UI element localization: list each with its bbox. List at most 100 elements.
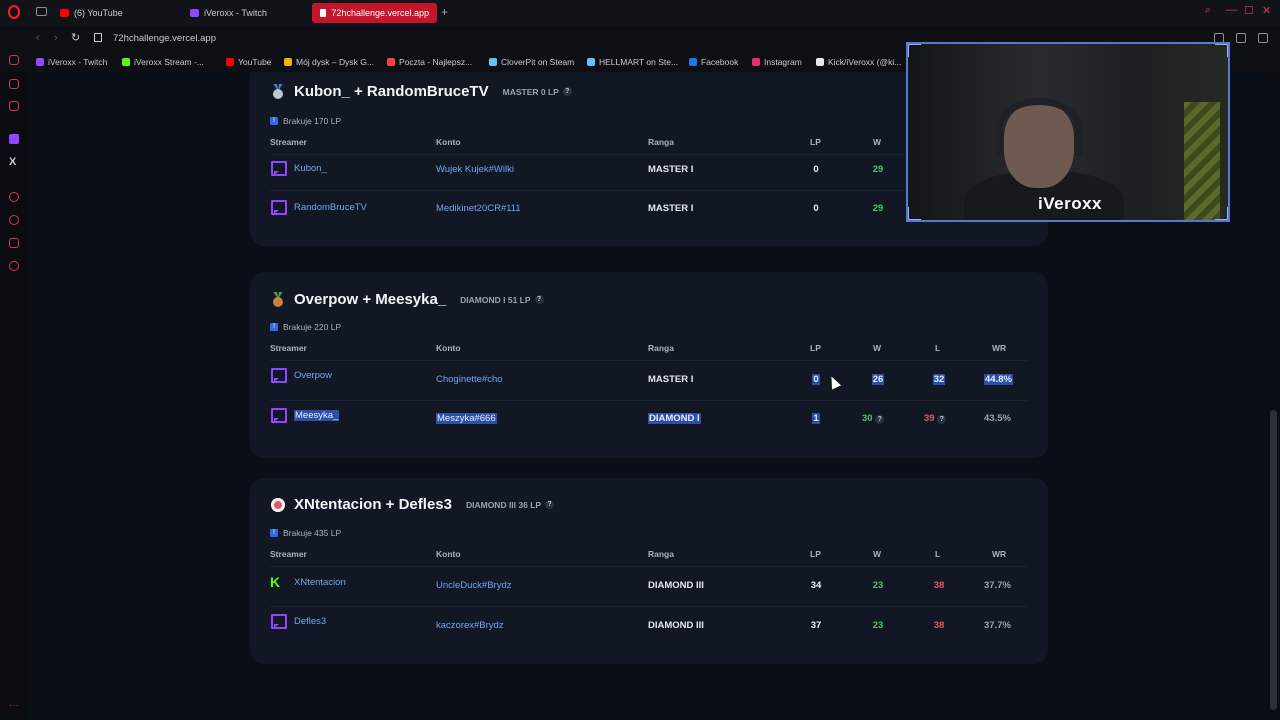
col-streamer: Streamer [270,343,307,353]
twitch-icon [190,9,199,17]
news-icon[interactable] [9,101,19,111]
col-streamer: Streamer [270,137,307,147]
account-link[interactable]: Choginette#cho [436,374,503,385]
twitch-icon [36,58,44,66]
bookmark-item[interactable]: Facebook [689,57,738,67]
tab-menu-icon[interactable] [36,7,47,16]
winrate-value: 43.5% [984,413,1011,424]
opera-logo-icon[interactable] [8,5,20,19]
frame-corner [1215,44,1228,57]
team-header: Kubon_ + RandomBruceTV MASTER 0 LP? [270,83,572,100]
account-link[interactable]: kaczorex#Brydz [436,620,504,631]
bookmark-item[interactable]: HELLMART on Ste... [587,57,678,67]
history-icon[interactable] [9,215,19,225]
twitch-icon [270,408,287,423]
silver-medal-icon [270,83,286,100]
col-lp: LP [810,549,821,559]
missing-lp: ! Brakuje 435 LP [270,528,341,538]
col-konto: Konto [436,549,461,559]
twitch-icon [270,200,287,215]
frame-corner [908,44,921,57]
account-link[interactable]: Medikinet20CR#111 [436,203,521,214]
col-streamer: Streamer [270,549,307,559]
wins-value: 30 ? [862,413,908,424]
col-w: W [873,137,882,147]
download-icon[interactable] [1236,33,1246,43]
help-icon[interactable]: ? [534,295,544,304]
bookmark-item[interactable]: Kick/iVeroxx (@ki... [816,57,901,67]
youtube-icon [226,58,234,66]
info-icon: ! [270,529,278,537]
shop-icon[interactable] [9,79,19,89]
new-tab-button[interactable]: + [441,5,448,19]
youtube-icon [60,9,69,17]
table-row-streamer[interactable]: Kubon_ [270,161,327,176]
bookmark-item[interactable]: Poczta - Najlepsz... [387,57,472,67]
twitch-icon [270,161,287,176]
team-rank: DIAMOND III 36 LP? [466,500,555,510]
x-icon[interactable]: X [9,156,16,168]
table-row-streamer[interactable]: Defles3 [270,614,326,629]
info-icon: ! [270,323,278,331]
rank-value: DIAMOND III [648,580,704,591]
bookmark-item[interactable]: iVeroxx - Twitch [36,57,107,67]
bookmark-item[interactable]: YouTube [226,57,271,67]
rank-value: MASTER I [648,164,694,175]
tab-twitch[interactable]: iVeroxx - Twitch [182,3,275,23]
vercel-icon [320,9,327,17]
winrate-value: 44.8% [984,374,1013,385]
minimize-icon[interactable]: — [1226,4,1237,16]
team-card: Overpow + Meesyka_ DIAMOND I 51 LP? ! Bra… [250,272,1048,458]
tab-72hchallenge[interactable]: 72hchallenge.vercel.app [312,3,437,23]
rank-value: DIAMOND III [648,620,704,631]
webcam-overlay: iVeroxx [906,42,1230,222]
help-icon[interactable]: ? [937,415,947,424]
twitch-icon[interactable] [9,134,19,144]
col-ranga: Ranga [648,343,674,353]
bookmark-item[interactable]: CloverPit on Steam [489,57,574,67]
info-icon: ! [270,117,278,125]
wins-value: 23 [872,620,884,631]
twitch-icon [270,614,287,629]
help-icon[interactable]: ? [875,415,885,424]
wins-value: 23 [872,580,884,591]
bookmark-item[interactable]: iVeroxx Stream -... [122,57,204,67]
url-field[interactable]: 72hchallenge.vercel.app [113,33,216,44]
account-link[interactable]: UncleDuck#Brydz [436,580,512,591]
tab-youtube[interactable]: (6) YouTube [52,3,131,23]
bronze-medal-icon [270,291,286,308]
settings-icon[interactable] [9,261,19,271]
col-l: L [935,549,941,559]
menu-icon[interactable] [1258,33,1268,43]
extensions-icon[interactable] [9,238,19,248]
search-icon[interactable]: ⌕ [1205,4,1211,17]
account-link[interactable]: Wujek Kujek#Wilki [436,164,514,175]
table-row-streamer[interactable]: Meesyka_ [270,408,340,423]
more-icon[interactable]: ··· [9,700,19,711]
webcam-name: iVeroxx [1038,194,1102,213]
help-icon[interactable]: ? [562,87,572,96]
team-header: Overpow + Meesyka_ DIAMOND I 51 LP? [270,291,544,308]
forward-icon[interactable]: › [54,32,58,44]
table-row-streamer[interactable]: Overpow [270,368,332,383]
twitch-icon [270,368,287,383]
player-icon[interactable] [9,192,19,202]
account-link[interactable]: Meszyka#666 [436,413,497,424]
col-konto: Konto [436,343,461,353]
aria-icon[interactable] [9,55,19,65]
close-icon[interactable]: ✕ [1262,4,1271,17]
col-lp: LP [810,137,821,147]
team-rank: DIAMOND I 51 LP? [460,295,544,305]
bookmark-item[interactable]: Instagram [752,57,802,67]
back-icon[interactable]: ‹ [36,32,40,44]
scrollbar-thumb[interactable] [1270,410,1277,710]
drive-icon [284,58,292,66]
maximize-icon[interactable]: ☐ [1244,4,1254,17]
reload-icon[interactable]: ↻ [71,31,80,44]
bookmark-item[interactable]: Mój dysk – Dysk G... [284,57,374,67]
lp-value: 0 [812,374,820,385]
table-row-streamer[interactable]: K XNtentacion [270,575,346,589]
instagram-icon [752,58,760,66]
help-icon[interactable]: ? [545,500,555,509]
table-row-streamer[interactable]: RandomBruceTV [270,200,367,215]
